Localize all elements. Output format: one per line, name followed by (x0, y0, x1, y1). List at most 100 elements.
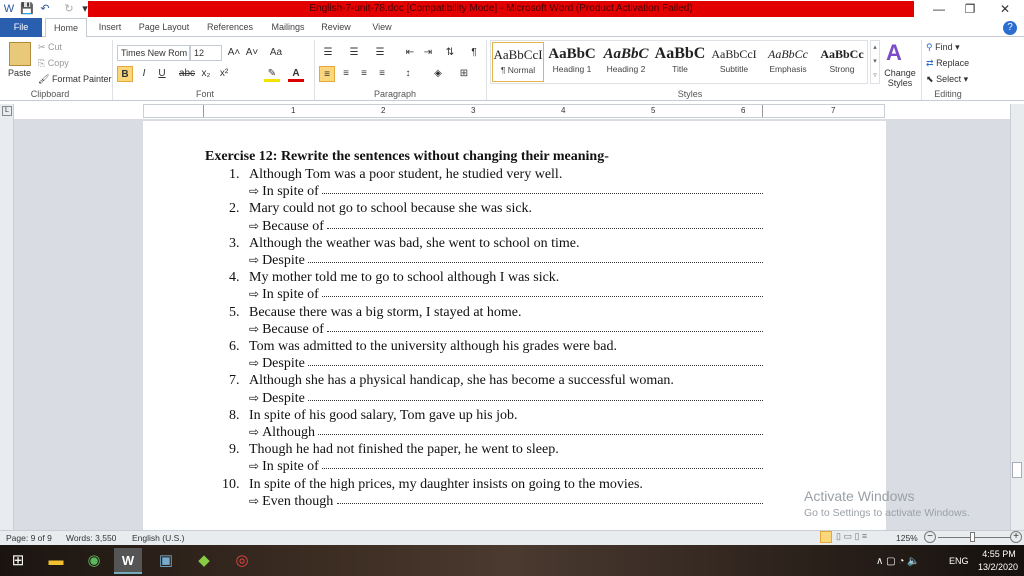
zoom-level[interactable]: 125% (896, 533, 918, 543)
answer-blank[interactable] (327, 219, 763, 229)
tab-file[interactable]: File (0, 18, 42, 37)
style-heading-1[interactable]: AaBbC Heading 1 (546, 42, 598, 82)
show-formatting-icon[interactable]: ¶ (466, 45, 482, 61)
font-size-select[interactable]: 12 (190, 45, 222, 61)
tab-selector[interactable]: L (2, 106, 12, 116)
multilevel-list-icon[interactable]: ☰ (372, 45, 388, 61)
copy-button[interactable]: Copy (48, 58, 69, 68)
answer-blank[interactable] (308, 356, 763, 367)
tab-mailings[interactable]: Mailings (268, 18, 308, 37)
rewrite-line[interactable]: ⇨ Despite (249, 253, 763, 269)
paste-icon[interactable] (9, 42, 31, 66)
page-count[interactable]: Page: 9 of 9 (6, 533, 52, 543)
change-styles-button[interactable]: Change Styles (882, 68, 918, 88)
undo-icon[interactable]: ↶ (38, 2, 52, 16)
find-button[interactable]: Find (935, 42, 953, 52)
input-language[interactable]: ENG (949, 556, 969, 566)
tab-view[interactable]: View (368, 18, 396, 37)
coccoc-icon[interactable]: ◉ (80, 548, 108, 574)
line-spacing-icon[interactable]: ↕ (400, 66, 416, 82)
language[interactable]: English (U.S.) (132, 533, 184, 543)
answer-blank[interactable] (322, 184, 763, 195)
answer-blank[interactable] (308, 391, 763, 401)
zoom-in-button[interactable]: + (1010, 531, 1022, 543)
answer-blank[interactable] (322, 287, 763, 298)
rewrite-line[interactable]: ⇨ Although (249, 425, 763, 441)
style-normal[interactable]: AaBbCcI ¶ Normal (492, 42, 544, 82)
rewrite-line[interactable]: ⇨ In spite of (249, 287, 763, 303)
justify-icon[interactable]: ≡ (374, 66, 390, 82)
highlight-icon[interactable]: ✎ (264, 66, 280, 82)
zoom-slider-thumb[interactable] (970, 532, 975, 542)
view-buttons[interactable]: ▯ ▭ ▯ ≡ (836, 531, 867, 542)
style-heading-2[interactable]: AaBbC Heading 2 (600, 42, 652, 82)
file-explorer-icon[interactable]: ▬ (42, 548, 70, 574)
align-right-icon[interactable]: ≡ (356, 66, 372, 82)
rewrite-line[interactable]: ⇨ Because of (249, 219, 763, 235)
word-count[interactable]: Words: 3,550 (66, 533, 116, 543)
minimize-button[interactable]: — (924, 0, 954, 18)
sort-icon[interactable]: ⇅ (442, 45, 458, 61)
italic-button[interactable]: I (136, 66, 152, 82)
save-icon[interactable]: 💾 (20, 2, 34, 16)
tab-references[interactable]: References (203, 18, 257, 37)
scrollbar-thumb[interactable] (1012, 462, 1022, 478)
superscript-button[interactable]: x² (216, 66, 232, 82)
shading-icon[interactable]: ◈ (430, 66, 446, 82)
select-button[interactable]: Select (936, 74, 961, 84)
answer-blank[interactable] (308, 253, 763, 263)
styles-scroll[interactable]: ▴ ▾ ▿ (870, 40, 880, 84)
rewrite-line[interactable]: ⇨ In spite of (249, 459, 763, 475)
format-painter-button[interactable]: Format Painter (52, 74, 112, 84)
replace-button[interactable]: Replace (936, 58, 969, 68)
tab-home[interactable]: Home (45, 18, 87, 38)
underline-button[interactable]: U (154, 66, 170, 82)
numbering-icon[interactable]: ☰ (346, 45, 362, 61)
tab-review[interactable]: Review (320, 18, 352, 37)
restore-button[interactable]: ❐ (955, 0, 985, 18)
tab-insert[interactable]: Insert (95, 18, 125, 37)
style-strong[interactable]: AaBbCc Strong (816, 42, 868, 82)
close-button[interactable]: ✕ (990, 0, 1020, 18)
align-center-icon[interactable]: ≡ (338, 66, 354, 82)
tray-icons[interactable]: ∧ ▢ ◔ 🔈 (876, 556, 920, 567)
rewrite-line[interactable]: ⇨ Despite (249, 356, 763, 372)
answer-blank[interactable] (336, 494, 763, 504)
answer-blank[interactable] (322, 459, 763, 470)
align-left-icon[interactable]: ≡ (319, 66, 335, 82)
photos-icon[interactable]: ▣ (152, 548, 180, 574)
chrome-icon[interactable]: ◎ (228, 548, 256, 574)
style-title[interactable]: AaBbC Title (654, 42, 706, 82)
grow-font-button[interactable]: A˄ (226, 45, 242, 61)
clock-date[interactable]: 13/2/2020 (976, 562, 1020, 572)
clock-time[interactable]: 4:55 PM (980, 549, 1018, 559)
subscript-button[interactable]: x₂ (198, 66, 214, 82)
increase-indent-icon[interactable]: ⇥ (420, 45, 436, 61)
decrease-indent-icon[interactable]: ⇤ (402, 45, 418, 61)
start-icon[interactable]: ⊞ (4, 548, 32, 574)
change-styles-icon[interactable]: A (886, 40, 902, 66)
shrink-font-button[interactable]: A˅ (244, 45, 260, 61)
print-layout-icon[interactable] (820, 531, 832, 543)
paste-button[interactable]: Paste (8, 68, 31, 78)
answer-blank[interactable] (327, 322, 763, 332)
borders-icon[interactable]: ⊞ (456, 66, 472, 82)
style-emphasis[interactable]: AaBbCc Emphasis (762, 42, 814, 82)
style-subtitle[interactable]: AaBbCcI Subtitle (708, 42, 760, 82)
rewrite-line[interactable]: ⇨ In spite of (249, 184, 763, 200)
answer-blank[interactable] (318, 425, 763, 435)
redo-icon[interactable]: ↻ (62, 2, 76, 16)
rewrite-line[interactable]: ⇨ Even though (249, 494, 763, 510)
help-icon[interactable]: ? (1003, 21, 1017, 35)
change-case-button[interactable]: Aa (266, 45, 286, 61)
bluestacks-icon[interactable]: ◆ (190, 548, 218, 574)
tab-page-layout[interactable]: Page Layout (135, 18, 193, 37)
strikethrough-button[interactable]: abc (178, 66, 196, 82)
word-taskbar-icon[interactable]: W (114, 548, 142, 574)
cut-button[interactable]: Cut (48, 42, 62, 52)
font-color-icon[interactable]: A (288, 66, 304, 82)
rewrite-line[interactable]: ⇨ Because of (249, 322, 763, 338)
bullets-icon[interactable]: ☰ (320, 45, 336, 61)
bold-button[interactable]: B (117, 66, 133, 82)
font-name-select[interactable]: Times New Rom (117, 45, 190, 61)
